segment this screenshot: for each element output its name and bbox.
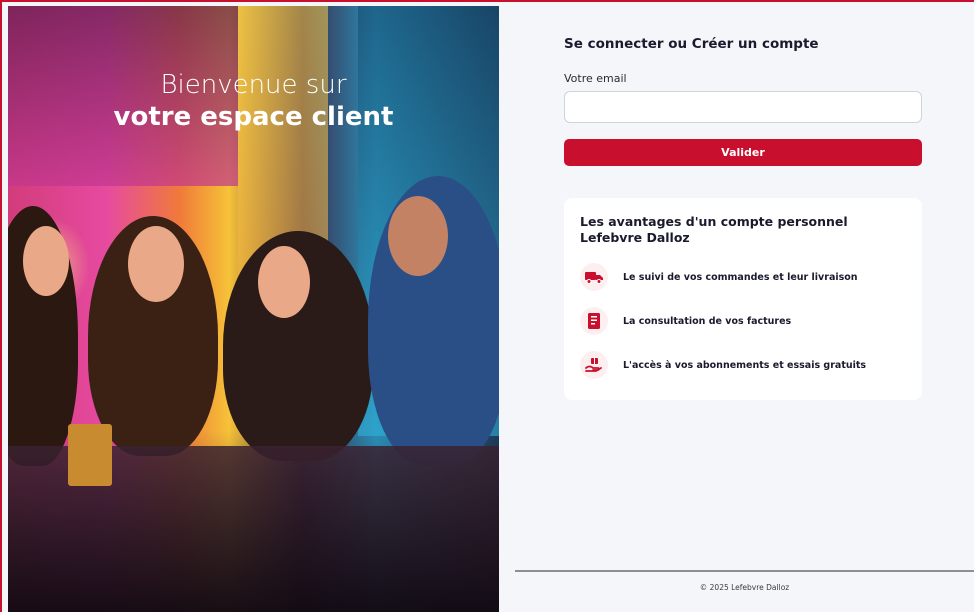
advantage-label: Le suivi de vos commandes et leur livrai…	[623, 271, 858, 283]
delivery-truck-icon	[580, 263, 608, 291]
advantage-item: L'accès à vos abonnements et essais grat…	[580, 351, 866, 379]
email-input[interactable]	[564, 91, 922, 123]
gift-hand-icon	[580, 351, 608, 379]
person-face	[258, 246, 310, 318]
person-face	[388, 196, 448, 276]
email-label: Votre email	[564, 72, 627, 85]
submit-button[interactable]: Valider	[564, 139, 922, 166]
advantage-item: La consultation de vos factures	[580, 307, 791, 335]
invoice-icon	[580, 307, 608, 335]
person-face	[23, 226, 69, 296]
welcome-line-2: votre espace client	[113, 102, 394, 132]
advantage-label: L'accès à vos abonnements et essais grat…	[623, 359, 867, 371]
advantages-title: Les avantages d'un compte personnel Lefe…	[580, 214, 848, 245]
advantage-item: Le suivi de vos commandes et leur livrai…	[580, 263, 858, 291]
advantages-card: Les avantages d'un compte personnel Lefe…	[564, 198, 922, 400]
welcome-heading: Bienvenue sur votre espace client	[8, 70, 499, 134]
footer-copyright: © 2025 Lefebvre Dalloz	[699, 583, 790, 592]
footer-divider	[515, 570, 974, 572]
login-panel: Se connecter ou Créer un compte Votre em…	[500, 6, 974, 612]
login-title: Se connecter ou Créer un compte	[564, 36, 819, 52]
hero-image: Bienvenue sur votre espace client	[8, 6, 499, 612]
person-face	[128, 226, 184, 302]
advantage-label: La consultation de vos factures	[623, 315, 792, 327]
coffee-cup	[68, 424, 112, 486]
welcome-line-1: Bienvenue sur	[160, 70, 347, 100]
